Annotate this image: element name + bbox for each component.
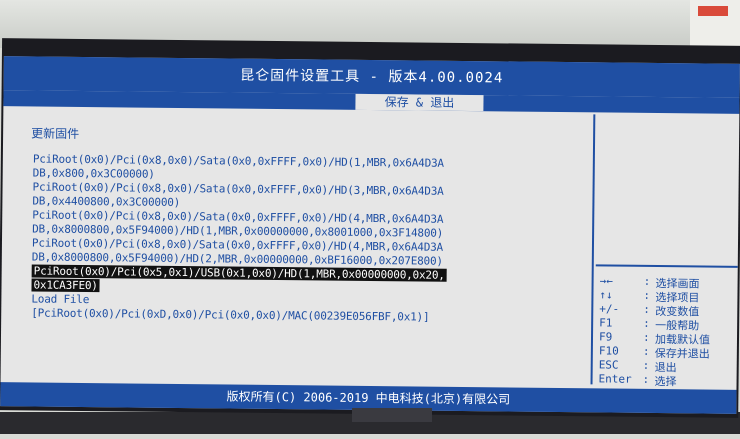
help-row: Enter : 选择 — [598, 372, 735, 389]
boot-path-line[interactable]: DB,0x4400800,0x3C00000) — [32, 194, 180, 209]
monitor-stand — [352, 408, 432, 422]
help-row: +/- : 改变数值 — [599, 302, 735, 318]
monitor-bezel: 昆仑固件设置工具 - 版本4.00.0024 保存 & 退出 更新固件 PciR… — [0, 38, 740, 418]
help-colon: : — [643, 316, 650, 330]
left-right-arrows-icon: →← — [599, 274, 613, 288]
help-row: →← : 选择画面 — [599, 274, 736, 290]
help-row: F9 : 加载默认值 — [598, 330, 735, 346]
help-colon: : — [643, 274, 651, 288]
tab-save-exit[interactable]: 保存 & 退出 — [355, 93, 484, 112]
help-colon: : — [642, 330, 650, 344]
key-help-list: →← : 选择画面 ↑↓ : 选择项目 +/- : 改变数值 F1 : 一般帮助… — [598, 274, 736, 389]
help-key: ESC — [598, 358, 619, 372]
background-paper — [690, 0, 740, 48]
help-row: F10 : 保存并退出 — [598, 344, 735, 360]
boot-path-line[interactable]: DB,0x800,0x3C00000) — [33, 166, 155, 180]
help-colon: : — [642, 358, 650, 372]
help-row: F1 : 一般帮助 — [599, 316, 735, 332]
help-colon: : — [642, 372, 650, 386]
help-colon: : — [643, 288, 651, 302]
help-key: F9 — [598, 330, 613, 344]
paper-red-label — [698, 6, 728, 16]
help-colon: : — [643, 302, 651, 316]
section-title: 更新固件 — [31, 126, 80, 141]
help-row: ESC : 退出 — [598, 358, 735, 374]
help-key: +/- — [599, 302, 620, 316]
help-key: F1 — [599, 316, 613, 330]
boot-path-line-selected[interactable]: 0x1CA3FE0) — [31, 278, 100, 293]
up-down-arrows-icon: ↑↓ — [599, 288, 613, 302]
help-key: F10 — [598, 344, 619, 358]
bios-screen: 昆仑固件设置工具 - 版本4.00.0024 保存 & 退出 更新固件 PciR… — [0, 56, 740, 414]
help-key: Enter — [598, 372, 632, 386]
help-row: ↑↓ : 选择项目 — [599, 288, 735, 304]
load-file-label: Load File — [31, 292, 90, 307]
item-help-pane — [595, 114, 740, 268]
help-desc: 选择 — [654, 374, 677, 389]
help-colon: : — [642, 344, 650, 358]
